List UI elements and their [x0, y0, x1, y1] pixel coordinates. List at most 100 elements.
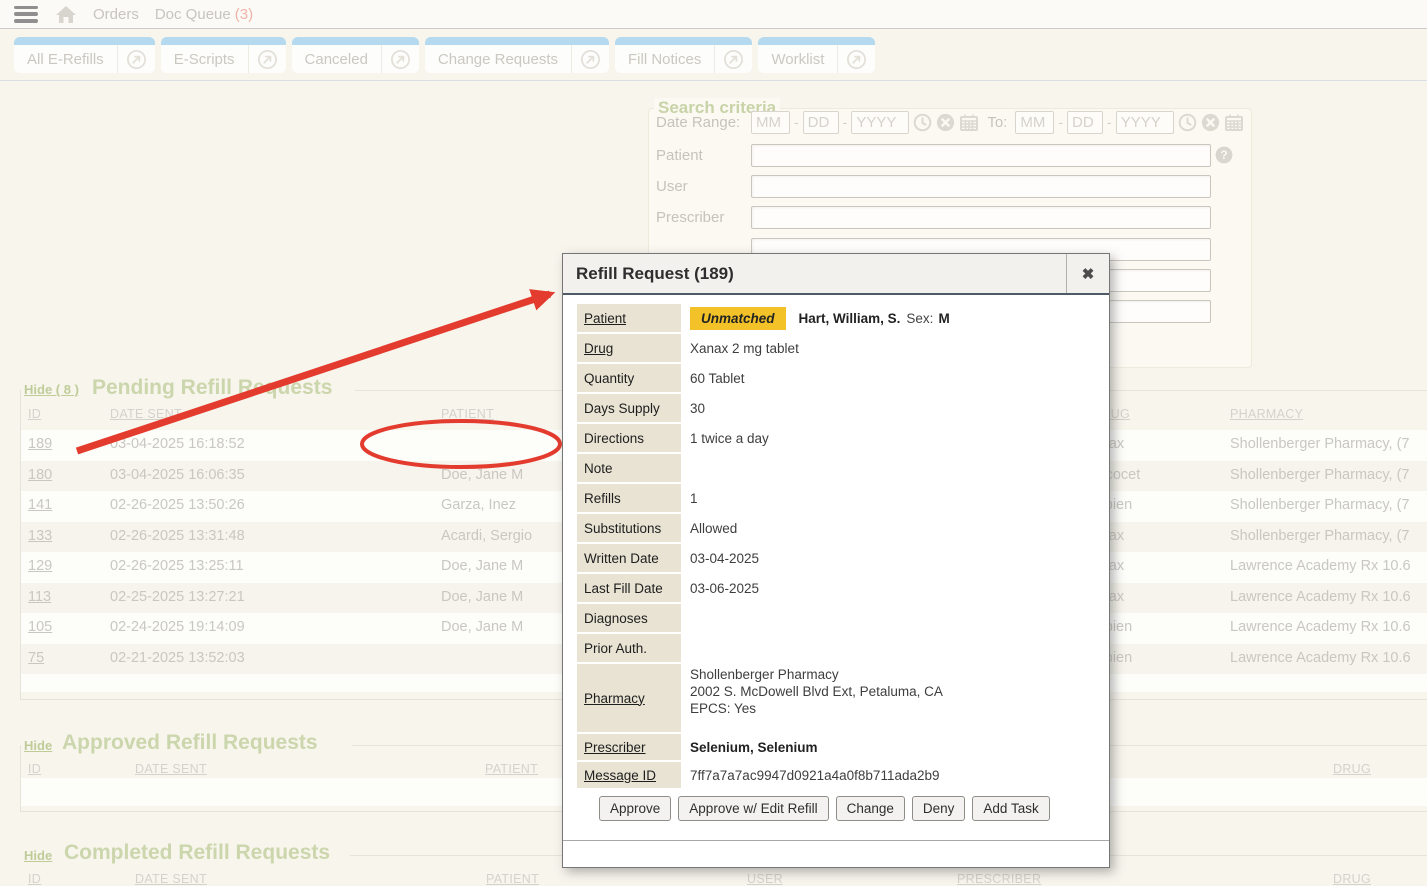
approved-col-drug[interactable]: DRUG: [1333, 762, 1371, 776]
drug-row: Drug Xanax 2 mg tablet: [577, 334, 1095, 362]
dialog-close-button[interactable]: ✖: [1066, 254, 1109, 293]
clear-date-icon[interactable]: [1201, 113, 1220, 132]
tab-item[interactable]: Canceled: [292, 37, 419, 73]
drug-label-link[interactable]: Drug: [577, 334, 681, 362]
completed-hide-link[interactable]: Hide: [24, 848, 52, 863]
prescriber-search-input[interactable]: [751, 206, 1211, 229]
detail-value: 03-04-2025: [690, 544, 759, 572]
calendar-icon[interactable]: [959, 113, 979, 132]
dialog-action-buttons: Approve Approve w/ Edit Refill Change DenyA…: [577, 796, 1095, 821]
prescriber-row: Prescriber Selenium, Selenium: [577, 734, 1095, 760]
date-from-day-input[interactable]: [803, 111, 839, 134]
hamburger-menu-icon[interactable]: [14, 6, 38, 23]
approved-col-date-sent[interactable]: DATE SENT: [135, 762, 207, 776]
pharmacy-label-link[interactable]: Pharmacy: [577, 664, 681, 732]
patient-search-input[interactable]: [751, 144, 1211, 167]
pharmacy-row: Pharmacy Shollenberger Pharmacy2002 S. M…: [577, 664, 1095, 732]
tab-open-new-button[interactable]: [381, 45, 419, 73]
date-range-label: Date Range:: [656, 114, 740, 131]
pending-row-date: 02-24-2025 19:14:09: [110, 619, 245, 635]
dialog-action-button[interactable]: Add Task: [972, 796, 1049, 821]
prescriber-value: Selenium, Selenium: [690, 734, 818, 760]
detail-value: 1: [690, 484, 698, 512]
svg-text:?: ?: [1220, 148, 1227, 162]
patient-label-link[interactable]: Patient: [577, 304, 681, 332]
detail-row: Quantity 60 Tablet: [577, 364, 1095, 392]
nav-orders[interactable]: Orders: [93, 6, 139, 23]
dialog-body: Patient Unmatched Hart, William, S. Sex:…: [563, 295, 1109, 821]
tab-item[interactable]: Change Requests: [425, 37, 609, 73]
pending-row-patient: Doe, Jane M: [441, 619, 523, 635]
tab-label: Worklist: [758, 51, 837, 68]
date-separator: -: [794, 114, 799, 130]
tab-open-new-button[interactable]: [117, 45, 155, 73]
prescriber-label-link[interactable]: Prescriber: [577, 734, 681, 760]
detail-label: Refills: [577, 484, 681, 512]
pending-col-patient[interactable]: PATIENT: [441, 407, 494, 421]
patient-help-icon[interactable]: ?: [1215, 146, 1233, 164]
dialog-titlebar: Refill Request (189) ✖: [563, 254, 1109, 295]
user-search-label: User: [656, 178, 688, 195]
pending-row-patient: Doe, Jane M: [441, 467, 523, 483]
pending-row-id-link[interactable]: 75: [28, 650, 44, 666]
tab-active-strip: [161, 37, 286, 45]
tab-item[interactable]: E-Scripts: [161, 37, 286, 73]
date-to-month-input[interactable]: [1015, 111, 1054, 134]
tab-open-new-button[interactable]: [837, 45, 875, 73]
pending-row-pharmacy: Shollenberger Pharmacy, (7: [1230, 497, 1409, 513]
date-to-year-input[interactable]: [1116, 111, 1174, 134]
tab-active-strip: [292, 37, 419, 45]
dialog-action-button[interactable]: Change: [836, 796, 905, 821]
pending-row-id-link[interactable]: 189: [28, 436, 52, 452]
pending-row-id-link[interactable]: 133: [28, 528, 52, 544]
pending-row-pharmacy: Lawrence Academy Rx 10.6: [1230, 558, 1411, 574]
nav-doc-queue[interactable]: Doc Queue(3): [155, 6, 253, 23]
detail-value: Allowed: [690, 514, 737, 542]
pending-row-id-link[interactable]: 141: [28, 497, 52, 513]
dialog-action-button[interactable]: Deny: [912, 796, 966, 821]
tab-active-strip: [425, 37, 609, 45]
approved-col-patient[interactable]: PATIENT: [485, 762, 538, 776]
user-search-input[interactable]: [751, 175, 1211, 198]
detail-value: 1 twice a day: [690, 424, 769, 452]
pending-row-pharmacy: Shollenberger Pharmacy, (7: [1230, 467, 1409, 483]
clear-date-icon[interactable]: [936, 113, 955, 132]
tab-open-new-button[interactable]: [714, 45, 752, 73]
pending-col-pharmacy[interactable]: PHARMACY: [1230, 407, 1303, 421]
home-icon[interactable]: [55, 5, 77, 24]
pending-col-id[interactable]: ID: [28, 407, 41, 421]
detail-label: Prior Auth.: [577, 634, 681, 662]
tab-open-new-button[interactable]: [248, 45, 286, 73]
pending-row-id-link[interactable]: 113: [28, 589, 51, 605]
detail-value: 03-06-2025: [690, 574, 759, 602]
pending-row-date: 02-21-2025 13:52:03: [110, 650, 245, 666]
calendar-icon[interactable]: [1224, 113, 1244, 132]
pending-row-id-link[interactable]: 105: [28, 619, 52, 635]
tab-item[interactable]: All E-Refills: [14, 37, 155, 73]
pending-row-id-link[interactable]: 180: [28, 467, 52, 483]
detail-row: Days Supply 30: [577, 394, 1095, 422]
time-picker-icon[interactable]: [913, 113, 932, 132]
tab-item[interactable]: Fill Notices: [615, 37, 752, 73]
message-id-label-link[interactable]: Message ID: [577, 762, 681, 788]
detail-value: 30: [690, 394, 705, 422]
pending-row-patient: Garza, Inez: [441, 497, 516, 513]
date-from-month-input[interactable]: [751, 111, 790, 134]
dialog-action-button[interactable]: Approve: [599, 796, 671, 821]
pending-col-date-sent[interactable]: DATE SENT: [110, 407, 182, 421]
detail-row: Refills 1: [577, 484, 1095, 512]
tab-item[interactable]: Worklist: [758, 37, 875, 73]
date-separator: -: [843, 114, 848, 130]
detail-label: Last Fill Date: [577, 574, 681, 602]
detail-row: Prior Auth.: [577, 634, 1095, 662]
tab-open-new-button[interactable]: [571, 45, 609, 73]
tab-label: Change Requests: [425, 51, 571, 68]
time-picker-icon[interactable]: [1178, 113, 1197, 132]
dialog-action-button[interactable]: Approve w/ Edit Refill: [678, 796, 828, 821]
pending-row-pharmacy: Lawrence Academy Rx 10.6: [1230, 650, 1411, 666]
pending-row-id-link[interactable]: 129: [28, 558, 52, 574]
approved-col-id[interactable]: ID: [28, 762, 41, 776]
date-from-year-input[interactable]: [851, 111, 909, 134]
pending-row-pharmacy: Shollenberger Pharmacy, (7: [1230, 528, 1409, 544]
date-to-day-input[interactable]: [1067, 111, 1103, 134]
